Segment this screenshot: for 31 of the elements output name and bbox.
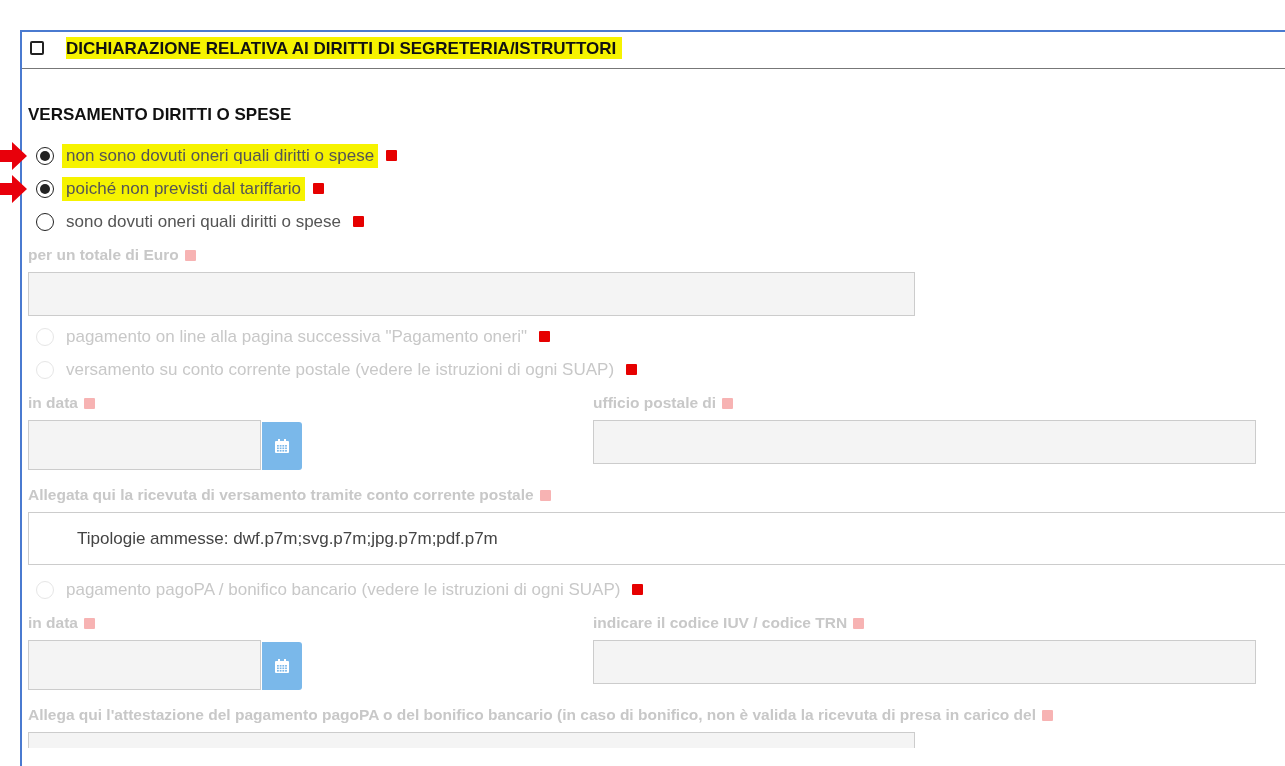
input-field[interactable]	[593, 420, 1256, 464]
required-marker	[313, 183, 324, 194]
required-marker	[539, 331, 550, 342]
required-marker	[539, 489, 551, 501]
date-field[interactable]	[28, 420, 261, 470]
required-marker	[853, 617, 865, 629]
required-marker	[626, 364, 638, 375]
required-marker	[632, 584, 644, 595]
required-marker	[83, 397, 95, 409]
required-marker	[1041, 709, 1053, 721]
required-marker	[83, 617, 95, 629]
radio-label: non sono dovuti oneri quali diritti o spese	[62, 143, 379, 168]
calendar-icon	[274, 438, 290, 454]
date-field[interactable]	[28, 640, 261, 690]
radio-label: poiché non previsti dal tariffario	[62, 176, 305, 201]
calendar-icon	[274, 658, 290, 674]
required-marker	[184, 249, 196, 261]
radio-button[interactable]	[36, 146, 54, 165]
section-title: DICHIARAZIONE RELATIVA AI DIRITTI DI SEGRETERIA/ISTRUTTORI	[66, 37, 623, 59]
required-marker	[386, 150, 398, 161]
file-upload-field[interactable]: Tipologie ammesse: dwf.p7m;svg.p7m;jpg.p7m;pdf.p7m	[28, 512, 1285, 565]
radio-button[interactable]	[36, 212, 54, 231]
subsection-title: VERSAMENTO DIRITTI O SPESE	[28, 105, 293, 125]
checkbox[interactable]	[30, 41, 44, 55]
calendar-button[interactable]	[262, 642, 302, 690]
input-field[interactable]	[593, 640, 1256, 684]
calendar-button[interactable]	[262, 422, 302, 470]
required-marker	[353, 216, 364, 227]
radio-button[interactable]	[36, 179, 54, 198]
required-marker	[722, 397, 734, 409]
radio-label: sono dovuti oneri quali diritti o spese	[65, 210, 342, 233]
